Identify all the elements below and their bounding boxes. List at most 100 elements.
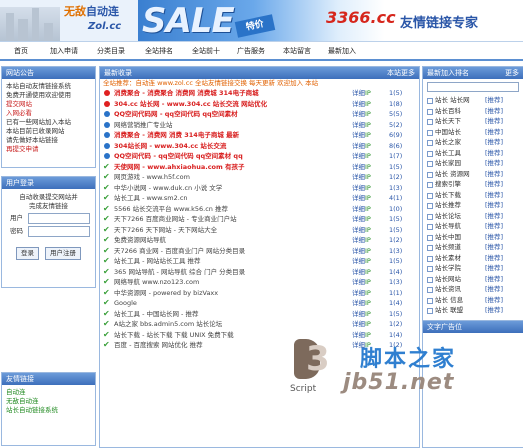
rank-site-link[interactable]: 站长百科 <box>435 106 461 117</box>
detail-link[interactable]: 详细 <box>352 193 365 204</box>
rank-site-link[interactable]: 站长工具 <box>435 148 461 159</box>
rank-site-link[interactable]: 中国站长 <box>435 127 461 138</box>
rank-site-link[interactable]: 站长推荐 <box>435 200 461 211</box>
rank-tag[interactable]: [推荐] <box>485 274 503 285</box>
nav-apply[interactable]: 加入申请 <box>50 46 78 56</box>
detail-link[interactable]: 详细 <box>352 172 365 183</box>
rank-site-link[interactable]: 站长之家 <box>435 137 461 148</box>
site-link[interactable]: QQ空间代码网 - qq空间代码 qq空间素材 <box>114 109 344 120</box>
site-link[interactable]: 站长工具 - www.sm2.cn <box>114 193 344 204</box>
rank-tag[interactable]: [推荐] <box>485 211 503 222</box>
detail-link[interactable]: 详细 <box>352 183 365 194</box>
rank-site-link[interactable]: 站长 联盟 <box>435 305 463 316</box>
site-link[interactable]: 中华小说网 - www.duk.cn 小说 文学 <box>114 183 344 194</box>
rank-tag[interactable]: [推荐] <box>485 169 503 180</box>
detail-link[interactable]: 详细 <box>352 88 365 99</box>
register-button[interactable]: 用户注册 <box>45 247 82 260</box>
detail-link[interactable]: 详细 <box>352 256 365 267</box>
site-link[interactable]: 消费聚合 - 消费聚合 消费网 消费城 314电子商城 <box>114 88 344 99</box>
rank-site-link[interactable]: 站长 资源网 <box>435 169 470 180</box>
rank-site-link[interactable]: 站长素材 <box>435 253 461 264</box>
site-link[interactable]: 304站长网 - www.304.cc 站长交流 <box>114 141 344 152</box>
rank-site-link[interactable]: 站长天下 <box>435 116 461 127</box>
site-logo[interactable]: 无敌自动连 Zol.cc <box>0 0 138 41</box>
site-link[interactable]: 天使网网 - www.ahxiaohua.com 有孩子 <box>114 162 344 173</box>
detail-link[interactable]: 详细 <box>352 309 365 320</box>
rank-tag[interactable]: [推荐] <box>485 221 503 232</box>
rank-search-input[interactable] <box>427 82 519 92</box>
detail-link[interactable]: 详细 <box>352 120 365 131</box>
rank-site-link[interactable]: 站长 信息 <box>435 295 463 306</box>
announce-link[interactable]: 入网必看 <box>6 109 91 118</box>
rank-site-link[interactable]: 搜索引擎 <box>435 179 461 190</box>
site-link[interactable]: Google <box>114 298 344 309</box>
rank-tag[interactable]: [推荐] <box>485 190 503 201</box>
rank-site-link[interactable]: 站长论坛 <box>435 211 461 222</box>
rank-tag[interactable]: [推荐] <box>485 127 503 138</box>
rank-site-link[interactable]: 站长网站 <box>435 274 461 285</box>
rank-site-link[interactable]: 站长导航 <box>435 221 461 232</box>
detail-link[interactable]: 详细 <box>352 246 365 257</box>
rank-tag[interactable]: [推荐] <box>485 242 503 253</box>
site-link[interactable]: 365 网站导航 - 网站导航 综合 门户 分类目录 <box>114 267 344 278</box>
rank-site-link[interactable]: 站长频道 <box>435 242 461 253</box>
nav-guestbook[interactable]: 本站留言 <box>283 46 311 56</box>
site-link[interactable]: 天7266 商业网 - 百度商业门户 网站分类目录 <box>114 246 344 257</box>
detail-link[interactable]: 详细 <box>352 225 365 236</box>
rank-site-link[interactable]: 站长 站长网 <box>435 95 470 106</box>
detail-link[interactable]: 详细 <box>352 288 365 299</box>
rank-tag[interactable]: [推荐] <box>485 179 503 190</box>
detail-link[interactable]: 详细 <box>352 204 365 215</box>
rank-tag[interactable]: [推荐] <box>485 95 503 106</box>
site-link[interactable]: 网络导航 www.nzo123.com <box>114 277 344 288</box>
detail-link[interactable]: 详细 <box>352 162 365 173</box>
friend-link[interactable]: 无敌自动连 <box>6 397 91 406</box>
detail-link[interactable]: 详细 <box>352 277 365 288</box>
detail-link[interactable]: 详细 <box>352 319 365 330</box>
detail-link[interactable]: 详细 <box>352 99 365 110</box>
rank-site-link[interactable]: 站长下载 <box>435 190 461 201</box>
site-link[interactable]: 304.cc 站长网 - www.304.cc 站长交流 网站优化 <box>114 99 344 110</box>
rank-site-link[interactable]: 站长资讯 <box>435 284 461 295</box>
rank-tag[interactable]: [推荐] <box>485 263 503 274</box>
nav-ads[interactable]: 广告服务 <box>237 46 265 56</box>
site-link[interactable]: 中华资源网 - powered by bizVaxx <box>114 288 344 299</box>
detail-link[interactable]: 详细 <box>352 235 365 246</box>
site-link[interactable]: 天下7266 天下网站 - 天下网站大全 <box>114 225 344 236</box>
rank-tag[interactable]: [推荐] <box>485 148 503 159</box>
site-link[interactable]: 免费资源网站导航 <box>114 235 344 246</box>
more-link[interactable]: 更多 <box>505 67 519 79</box>
rank-tag[interactable]: [推荐] <box>485 305 503 316</box>
login-button[interactable]: 登录 <box>15 247 39 260</box>
site-link[interactable]: QQ空间代码 - qq空间代码 qq空间素材 qq <box>114 151 344 162</box>
site-link[interactable]: 天下7266 百度商业网站 - 专业商业门户站 <box>114 214 344 225</box>
detail-link[interactable]: 详细 <box>352 141 365 152</box>
nav-directory[interactable]: 分类目录 <box>97 46 125 56</box>
nav-top10[interactable]: 全站前十 <box>192 46 220 56</box>
rank-site-link[interactable]: 站长中国 <box>435 232 461 243</box>
nav-ranking[interactable]: 全站排名 <box>145 46 173 56</box>
detail-link[interactable]: 详细 <box>352 298 365 309</box>
password-input[interactable] <box>28 226 90 237</box>
announce-link[interactable]: 提交网站 <box>6 100 91 109</box>
site-link[interactable]: 站长工具 - 中国站长网 - 推荐 <box>114 309 344 320</box>
ticker[interactable]: 全站推荐：自动连 www.zol.cc 全站友情链接交换 每天更新 欢迎加入 本… <box>100 79 419 88</box>
detail-link[interactable]: 详细 <box>352 109 365 120</box>
nav-home[interactable]: 首页 <box>14 46 28 56</box>
rank-tag[interactable]: [推荐] <box>485 253 503 264</box>
detail-link[interactable]: 详细 <box>352 214 365 225</box>
rank-site-link[interactable]: 站长学院 <box>435 263 461 274</box>
site-link[interactable]: 5566 站长交流平台 www.k56.cn 推荐 <box>114 204 344 215</box>
rank-tag[interactable]: [推荐] <box>485 295 503 306</box>
rank-tag[interactable]: [推荐] <box>485 137 503 148</box>
more-link[interactable]: 本站更多 <box>387 67 415 79</box>
site-link[interactable]: A站之家 bbs.admin5.com 站长论坛 <box>114 319 344 330</box>
friend-link[interactable]: 站长自动链接系统 <box>6 406 91 415</box>
site-link[interactable]: 消费聚合 - 消费网 消费 314电子商城 最新 <box>114 130 344 141</box>
site-link[interactable]: 网络营销推广专业站 <box>114 120 344 131</box>
friend-link[interactable]: 自动连 <box>6 388 91 397</box>
rank-tag[interactable]: [推荐] <box>485 284 503 295</box>
site-link[interactable]: 网页游戏 - www.h5f.com <box>114 172 344 183</box>
ad-banner[interactable]: SALE 特价 3366.cc 友情链接专家 <box>138 0 523 41</box>
rank-tag[interactable]: [推荐] <box>485 116 503 127</box>
